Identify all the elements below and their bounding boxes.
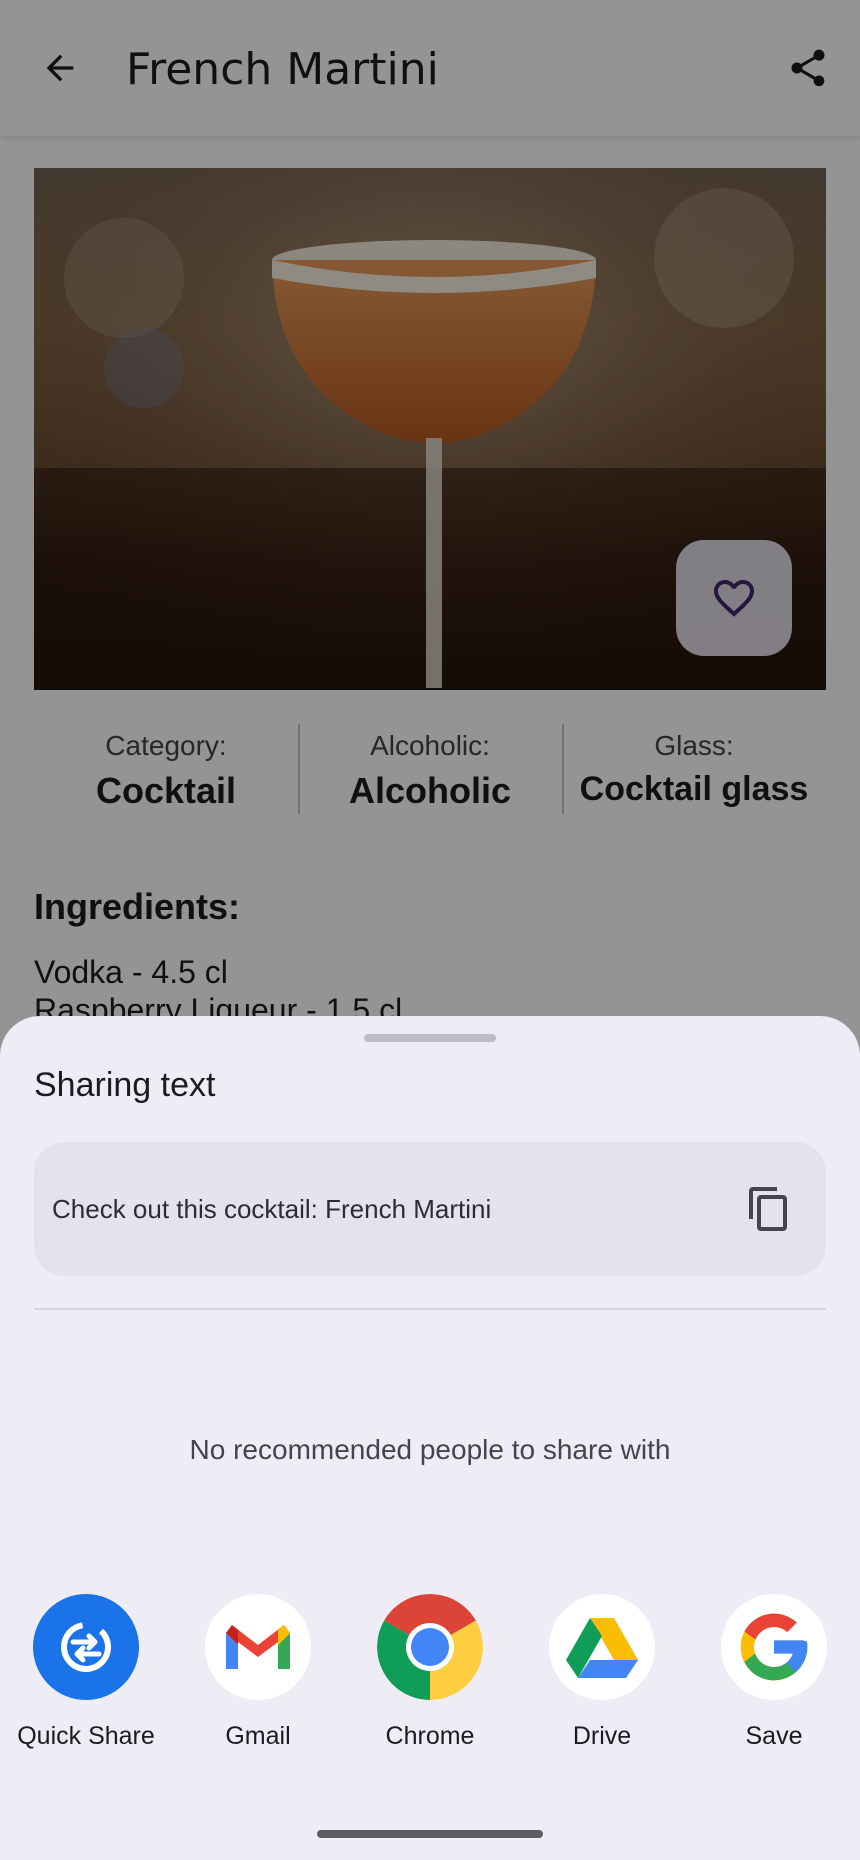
quick-share-icon bbox=[33, 1594, 139, 1700]
share-target-label: Gmail bbox=[225, 1722, 291, 1750]
divider bbox=[34, 1308, 826, 1310]
share-text-preview: Check out this cocktail: French Martini bbox=[34, 1142, 826, 1276]
gesture-navigation-bar[interactable] bbox=[317, 1830, 543, 1838]
google-icon bbox=[721, 1594, 827, 1700]
share-target-label: Chrome bbox=[385, 1722, 475, 1750]
drag-handle[interactable] bbox=[364, 1034, 496, 1042]
share-target-label: Drive bbox=[572, 1722, 632, 1750]
gmail-icon bbox=[205, 1594, 311, 1700]
share-target-quick-share[interactable]: Quick Share bbox=[6, 1594, 166, 1751]
chrome-icon bbox=[377, 1594, 483, 1700]
copy-icon bbox=[749, 1187, 787, 1231]
no-recommended-people-text: No recommended people to share with bbox=[189, 1434, 671, 1465]
share-target-drive[interactable]: Drive bbox=[522, 1594, 682, 1751]
copy-button[interactable] bbox=[740, 1180, 798, 1238]
share-target-save[interactable]: Save bbox=[694, 1594, 854, 1751]
share-targets: Quick Share Gmail Chrome Drive Save bbox=[0, 1594, 860, 1764]
drive-icon bbox=[549, 1594, 655, 1700]
share-target-label: Quick Share bbox=[17, 1722, 155, 1750]
preview-text: Check out this cocktail: French Martini bbox=[52, 1194, 492, 1224]
share-target-chrome[interactable]: Chrome bbox=[350, 1594, 510, 1751]
share-sheet-title: Sharing text bbox=[34, 1066, 216, 1104]
share-sheet: Sharing text Check out this cocktail: Fr… bbox=[0, 1016, 860, 1860]
share-target-gmail[interactable]: Gmail bbox=[178, 1594, 338, 1751]
share-target-label: Save bbox=[745, 1722, 803, 1750]
